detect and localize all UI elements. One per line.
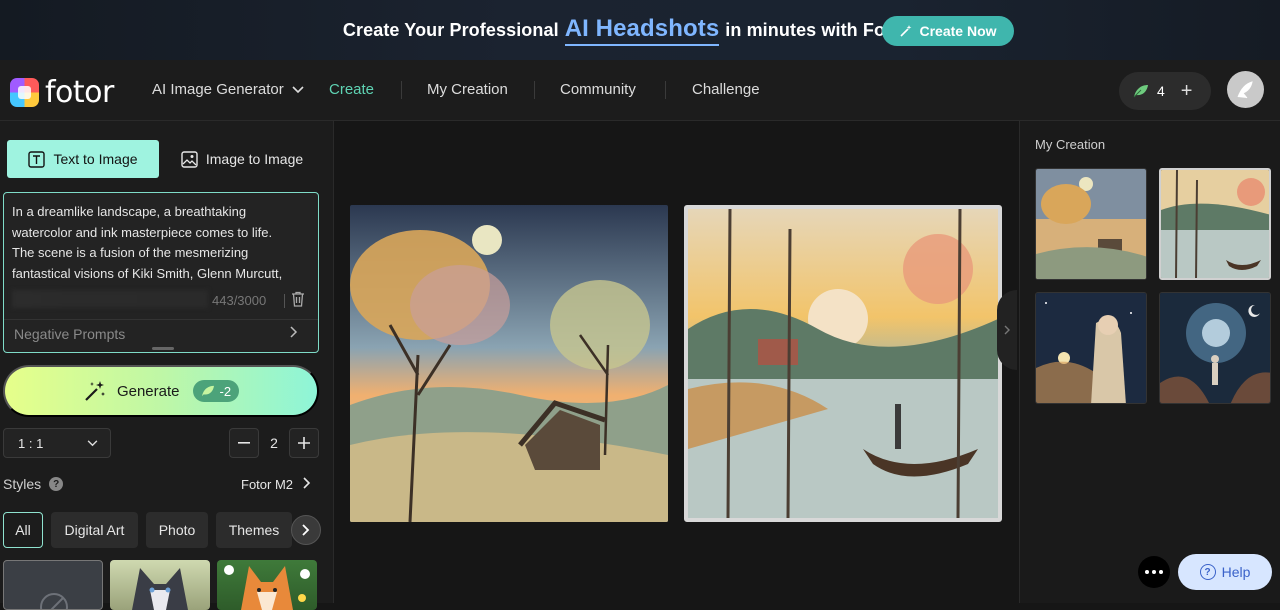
prompt-line: The scene is a fusion of the mesmerizing xyxy=(12,245,249,260)
more-options-button[interactable] xyxy=(1138,556,1170,588)
help-circle-icon[interactable]: ? xyxy=(49,477,64,491)
my-creation-title: My Creation xyxy=(1035,137,1106,152)
magic-wand-icon xyxy=(899,24,913,38)
left-panel: Text to Image Image to Image In a dreaml… xyxy=(0,121,334,610)
top-navigation: fotor AI Image Generator Create My Creat… xyxy=(0,60,1280,121)
nav-divider xyxy=(401,81,402,99)
galaxy-figure-thumbnail xyxy=(1160,293,1270,403)
chevron-down-icon xyxy=(292,86,304,94)
tab-text-to-image[interactable]: Text to Image xyxy=(7,140,159,178)
nav-community[interactable]: Community xyxy=(560,80,636,100)
prompt-input[interactable]: In a dreamlike landscape, a breathtaking… xyxy=(3,192,319,353)
resize-handle[interactable] xyxy=(152,347,174,350)
prompt-text[interactable]: In a dreamlike landscape, a breathtaking… xyxy=(12,202,302,284)
prompt-char-counter: 443/3000 xyxy=(212,293,267,308)
counter-divider xyxy=(284,294,285,308)
ai-image-generator-dropdown[interactable]: AI Image Generator xyxy=(152,80,304,100)
chevron-down-icon xyxy=(87,439,98,447)
negative-prompts-toggle[interactable]: Negative Prompts xyxy=(14,326,125,342)
nav-my-creation[interactable]: My Creation xyxy=(427,80,508,100)
question-circle-icon: ? xyxy=(1199,564,1216,580)
fotor-logo[interactable]: fotor xyxy=(10,75,114,110)
bird-icon xyxy=(1237,80,1253,98)
generator-label: AI Image Generator xyxy=(152,81,284,98)
create-now-button[interactable]: Create Now xyxy=(882,16,1014,46)
creation-thumb-3[interactable] xyxy=(1035,292,1147,404)
styles-heading: Styles ? xyxy=(3,476,64,492)
cottage-thumbnail xyxy=(1036,169,1146,279)
nav-divider xyxy=(534,81,535,99)
result-image-2[interactable] xyxy=(684,205,1002,522)
plus-icon xyxy=(298,437,310,449)
my-creation-panel: My Creation xyxy=(1019,121,1280,603)
chevron-right-icon[interactable] xyxy=(291,515,321,545)
chevron-right-icon xyxy=(1004,325,1010,335)
generate-cost-badge: -2 xyxy=(193,380,240,402)
model-name: Fotor M2 xyxy=(241,477,294,492)
tab-text-to-image-label: Text to Image xyxy=(53,151,138,167)
creation-thumb-2[interactable] xyxy=(1159,168,1271,280)
aspect-ratio-value: 1 : 1 xyxy=(18,435,44,451)
expand-panel-handle[interactable] xyxy=(997,290,1017,370)
leaf-icon xyxy=(201,385,215,397)
generate-button[interactable]: Generate -2 xyxy=(3,365,319,417)
ellipsis-icon xyxy=(1145,570,1163,574)
tab-image-to-image[interactable]: Image to Image xyxy=(172,140,312,178)
image-icon xyxy=(181,150,198,168)
style-chip-themes[interactable]: Themes xyxy=(216,512,292,548)
nav-challenge[interactable]: Challenge xyxy=(692,80,760,100)
credits-widget[interactable]: 4 + xyxy=(1119,72,1211,110)
help-label: Help xyxy=(1221,564,1251,580)
chevron-right-icon xyxy=(303,477,311,492)
avatar[interactable] xyxy=(1227,71,1264,108)
sparkle-wand-icon xyxy=(83,380,107,402)
generated-image-cottage xyxy=(350,205,668,522)
leaf-icon xyxy=(1133,84,1149,98)
fotor-logo-icon xyxy=(10,78,39,107)
woman-night-thumbnail xyxy=(1036,293,1146,403)
help-button[interactable]: ? Help xyxy=(1178,554,1272,590)
model-selector[interactable]: Fotor M2 xyxy=(241,477,311,492)
generated-image-boat xyxy=(688,209,998,518)
chevron-right-icon[interactable] xyxy=(290,326,298,338)
prompt-line: fantastical visions of Kiki Smith, Glenn… xyxy=(12,265,283,281)
style-chip-digital-art[interactable]: Digital Art xyxy=(51,512,138,548)
logo-text: fotor xyxy=(45,75,114,110)
minus-icon xyxy=(238,442,250,444)
promo-banner: Create Your Professional AI Headshots in… xyxy=(0,0,1280,60)
boat-thumbnail xyxy=(1161,170,1269,278)
credits-count: 4 xyxy=(1157,83,1165,99)
banner-accent: AI Headshots xyxy=(564,15,720,46)
text-box-icon xyxy=(28,150,46,168)
prompt-line: In a dreamlike landscape, a breathtaking xyxy=(12,204,247,219)
style-chip-photo[interactable]: Photo xyxy=(146,512,208,548)
prompt-overflow-fade xyxy=(12,290,208,308)
creation-thumb-1[interactable] xyxy=(1035,168,1147,280)
prompt-line: watercolor and ink masterpiece comes to … xyxy=(12,224,273,240)
nav-divider xyxy=(665,81,666,99)
results-canvas xyxy=(335,121,1019,603)
add-credits-icon[interactable]: + xyxy=(1181,80,1193,103)
banner-headline: Create Your Professional AI Headshots in… xyxy=(343,15,937,46)
styles-label: Styles xyxy=(3,476,42,492)
aspect-ratio-select[interactable]: 1 : 1 xyxy=(3,428,111,458)
image-count: 2 xyxy=(270,435,278,451)
tab-image-to-image-label: Image to Image xyxy=(205,151,304,167)
generate-cost: -2 xyxy=(219,383,232,399)
trash-icon[interactable] xyxy=(291,291,305,307)
result-image-1[interactable] xyxy=(350,205,668,522)
prompt-divider xyxy=(4,319,318,320)
create-now-label: Create Now xyxy=(919,23,997,39)
creation-thumb-4[interactable] xyxy=(1159,292,1271,404)
generate-label: Generate xyxy=(116,382,180,400)
style-chip-all[interactable]: All xyxy=(3,512,43,548)
banner-text-before: Create Your Professional xyxy=(342,19,559,40)
increase-count-button[interactable] xyxy=(289,428,319,458)
decrease-count-button[interactable] xyxy=(229,428,259,458)
nav-create[interactable]: Create xyxy=(329,80,374,100)
